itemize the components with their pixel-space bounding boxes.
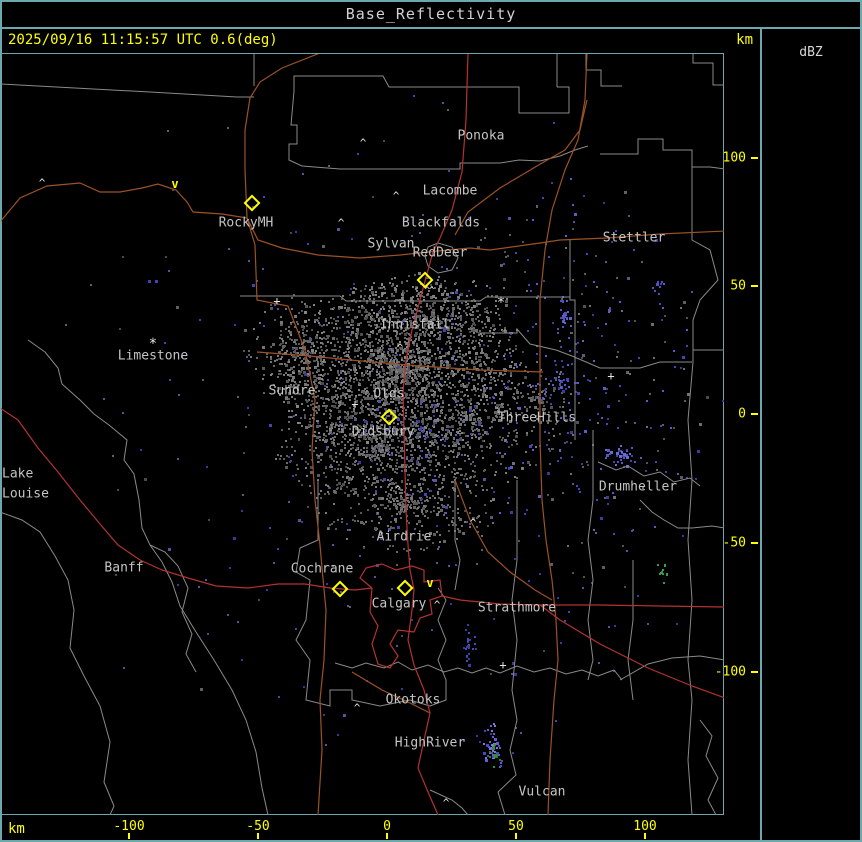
y-tick-label: 0 bbox=[738, 406, 746, 422]
y-axis bbox=[700, 53, 760, 816]
x-axis-unit-label: km bbox=[8, 821, 25, 837]
y-tick-label: 50 bbox=[730, 278, 746, 294]
y-axis-unit-label: km bbox=[736, 32, 753, 48]
radar-application-window: { "window": { "title": "Base_Reflectivit… bbox=[0, 0, 862, 842]
y-tick-mark bbox=[751, 413, 758, 415]
x-tick-label: 0 bbox=[383, 819, 391, 834]
x-tick-mark bbox=[257, 833, 259, 839]
reflectivity-colorbar: dBZ 807065605754514845423936333020100-10… bbox=[761, 28, 860, 840]
y-tick-label: -50 bbox=[722, 535, 746, 551]
y-tick-label: -100 bbox=[714, 664, 746, 680]
scan-timestamp: 2025/09/16 11:15:57 UTC 0.6(deg) bbox=[8, 32, 278, 48]
colorbar-title: dBZ bbox=[799, 45, 823, 60]
x-tick-label: 100 bbox=[633, 819, 657, 834]
x-tick-mark bbox=[386, 833, 388, 839]
x-tick-label: -50 bbox=[246, 819, 270, 834]
y-tick-mark bbox=[751, 542, 758, 544]
y-tick-label: 100 bbox=[722, 150, 746, 166]
x-tick-label: -100 bbox=[113, 819, 145, 834]
y-tick-mark bbox=[751, 285, 758, 287]
y-tick-mark bbox=[751, 671, 758, 673]
x-tick-mark bbox=[128, 833, 130, 839]
x-tick-mark bbox=[644, 833, 646, 839]
x-tick-label: 50 bbox=[508, 819, 524, 834]
y-tick-mark bbox=[751, 157, 758, 159]
x-tick-mark bbox=[515, 833, 517, 839]
radar-map-canvas[interactable] bbox=[0, 53, 724, 815]
page-title: Base_Reflectivity bbox=[345, 5, 517, 23]
title-bar: Base_Reflectivity bbox=[0, 0, 862, 28]
